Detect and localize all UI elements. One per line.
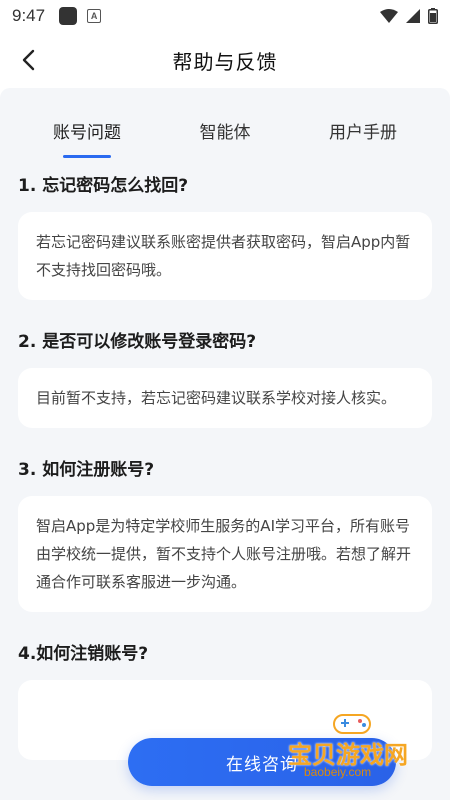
tab-agent[interactable]: 智能体	[165, 106, 285, 158]
faq-answer: 目前暂不支持，若忘记密码建议联系学校对接人核实。	[18, 368, 432, 428]
tab-user-manual[interactable]: 用户手册	[303, 106, 423, 158]
tab-account-issues[interactable]: 账号问题	[27, 106, 147, 158]
wifi-icon	[380, 9, 398, 23]
faq-answer: 若忘记密码建议联系账密提供者获取密码，智启App内暂不支持找回密码哦。	[18, 212, 432, 300]
faq-answer: 智启App是为特定学校师生服务的AI学习平台，所有账号由学校统一提供，暂不支持个…	[18, 496, 432, 612]
notification-square-icon	[59, 7, 78, 25]
tab-label: 用户手册	[329, 123, 397, 143]
back-button[interactable]	[14, 46, 42, 74]
faq-question: 4.如何注销账号?	[18, 644, 149, 664]
header: 帮助与反馈	[0, 32, 450, 88]
status-time: 9:47	[12, 6, 46, 25]
tab-bar: 账号问题 智能体 用户手册	[0, 106, 450, 158]
consult-button-label: 在线咨询	[226, 754, 298, 775]
faq-item: 3. 如何注册账号? 智启App是为特定学校师生服务的AI学习平台，所有账号由学…	[18, 456, 432, 612]
faq-item: 2. 是否可以修改账号登录密码? 目前暂不支持，若忘记密码建议联系学校对接人核实…	[18, 328, 432, 428]
faq-question: 3. 如何注册账号?	[18, 460, 155, 480]
a-badge-icon: A	[87, 9, 102, 23]
main-content: 账号问题 智能体 用户手册 1. 忘记密码怎么找回? 若忘记密码建议联系账密提供…	[0, 88, 450, 800]
tab-label: 账号问题	[53, 123, 121, 143]
status-icons	[380, 8, 438, 24]
signal-icon	[406, 9, 420, 23]
chevron-left-icon	[22, 49, 35, 71]
tab-label: 智能体	[199, 123, 251, 143]
status-bar: 9:47 A	[0, 0, 450, 32]
faq-question: 2. 是否可以修改账号登录密码?	[18, 332, 257, 352]
tab-active-indicator	[63, 155, 111, 158]
page-title: 帮助与反馈	[172, 49, 278, 74]
battery-icon	[428, 8, 438, 24]
faq-item: 1. 忘记密码怎么找回? 若忘记密码建议联系账密提供者获取密码，智启App内暂不…	[18, 172, 432, 300]
online-consult-button[interactable]: 在线咨询	[128, 738, 396, 786]
faq-question: 1. 忘记密码怎么找回?	[18, 176, 189, 196]
faq-list: 1. 忘记密码怎么找回? 若忘记密码建议联系账密提供者获取密码，智启App内暂不…	[18, 172, 432, 788]
